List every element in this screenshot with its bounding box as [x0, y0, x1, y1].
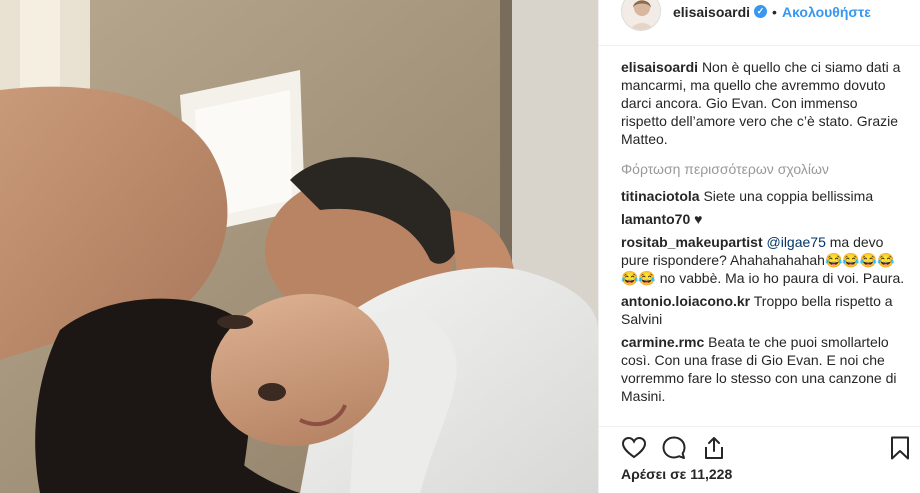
comment-text: ♥	[694, 211, 703, 227]
avatar-image	[622, 0, 660, 30]
verified-badge-icon: ✓	[754, 5, 768, 18]
likes-count[interactable]: Αρέσει σε 11,228	[621, 466, 732, 482]
action-bar	[599, 426, 920, 466]
header-separator: •	[772, 3, 777, 20]
comment-text: Siete una coppia bellissima	[703, 188, 874, 204]
caption-username[interactable]: elisaisoardi	[621, 59, 698, 75]
share-icon	[705, 437, 723, 459]
comment-item: titinaciotola Siete una coppia bellissim…	[621, 187, 905, 205]
follow-button[interactable]: Ακολουθήστε	[782, 4, 871, 20]
comments-list[interactable]: elisaisoardi Non è quello che ci siamo d…	[599, 46, 920, 426]
comment-button[interactable]	[661, 435, 687, 461]
load-more-comments-button[interactable]: Φόρτωση περισσότερων σχολίων	[621, 160, 905, 178]
comment-item: lamanto70 ♥	[621, 210, 905, 228]
post-photo[interactable]	[0, 0, 598, 493]
comment-item: antonio.loiacono.kr Troppo bella rispett…	[621, 292, 905, 328]
post-caption: elisaisoardi Non è quello che ci siamo d…	[621, 58, 905, 148]
save-button[interactable]	[887, 435, 913, 461]
comment-item: rositab_makeupartist @ilgae75 ma devo pu…	[621, 233, 905, 287]
comment-username[interactable]: carmine.rmc	[621, 334, 704, 350]
post-image	[0, 0, 598, 493]
share-button[interactable]	[701, 435, 727, 461]
like-button[interactable]	[621, 435, 647, 461]
post-side-panel: elisaisoardi ✓ • Ακολουθήστε elisaisoard…	[598, 0, 920, 493]
comment-icon	[662, 436, 686, 459]
heart-icon	[621, 436, 647, 459]
header-username[interactable]: elisaisoardi	[673, 4, 750, 20]
comment-username[interactable]: lamanto70	[621, 211, 690, 227]
avatar[interactable]	[621, 0, 661, 31]
comment-item: carmine.rmc Beata te che puoi smollartel…	[621, 333, 905, 405]
post-header: elisaisoardi ✓ • Ακολουθήστε	[599, 0, 920, 46]
bookmark-icon	[891, 436, 909, 460]
comment-username[interactable]: titinaciotola	[621, 188, 700, 204]
comment-username[interactable]: rositab_makeupartist	[621, 234, 763, 250]
comment-username[interactable]: antonio.loiacono.kr	[621, 293, 750, 309]
comment-mention-link[interactable]: @ilgae75	[767, 234, 826, 250]
